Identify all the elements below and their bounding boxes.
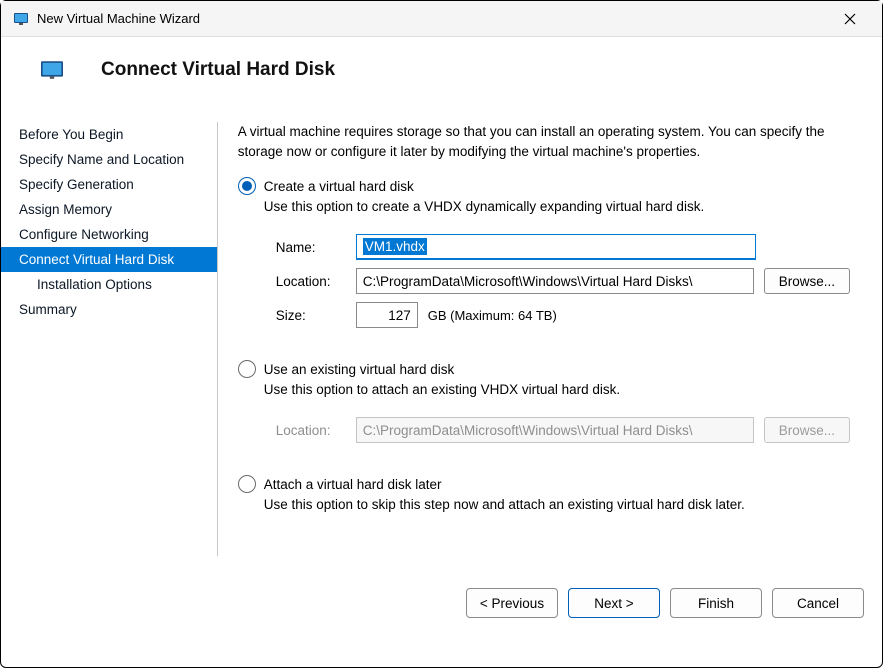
nav-connect-vhd[interactable]: Connect Virtual Hard Disk (1, 247, 217, 272)
option-existing: Use an existing virtual hard disk Use th… (238, 360, 862, 461)
wizard-nav: Before You Begin Specify Name and Locati… (1, 104, 217, 574)
nav-installation-options[interactable]: Installation Options (1, 272, 217, 297)
finish-button[interactable]: Finish (670, 588, 762, 618)
option-create-desc: Use this option to create a VHDX dynamic… (264, 199, 862, 214)
close-button[interactable] (830, 5, 870, 33)
nav-specify-name[interactable]: Specify Name and Location (1, 147, 217, 172)
titlebar: New Virtual Machine Wizard (1, 1, 882, 37)
nav-divider (217, 122, 218, 556)
option-create: Create a virtual hard disk Use this opti… (238, 177, 862, 346)
wizard-footer: < Previous Next > Finish Cancel (1, 574, 882, 636)
nav-summary[interactable]: Summary (1, 297, 217, 322)
create-fields: Name: VM1.vhdx Location: Browse... Size:… (264, 224, 862, 346)
wizard-header: Connect Virtual Hard Disk (1, 37, 882, 104)
radio-later[interactable] (238, 475, 256, 493)
nav-specify-generation[interactable]: Specify Generation (1, 172, 217, 197)
option-later-desc: Use this option to skip this step now an… (264, 497, 862, 512)
previous-button[interactable]: < Previous (466, 588, 558, 618)
page-title: Connect Virtual Hard Disk (101, 59, 335, 81)
wizard-icon (41, 61, 63, 79)
browse-button[interactable]: Browse... (764, 268, 850, 294)
window-title: New Virtual Machine Wizard (37, 11, 830, 26)
option-later: Attach a virtual hard disk later Use thi… (238, 475, 862, 512)
content-area: Before You Begin Specify Name and Locati… (1, 104, 882, 574)
app-icon (13, 11, 29, 27)
name-label: Name: (276, 240, 346, 255)
next-button[interactable]: Next > (568, 588, 660, 618)
name-input[interactable]: VM1.vhdx (356, 234, 756, 260)
wizard-main: A virtual machine requires storage so th… (224, 104, 882, 574)
size-label: Size: (276, 308, 346, 323)
existing-location-label: Location: (276, 423, 346, 438)
existing-fields: Location: Browse... (264, 407, 862, 461)
radio-existing[interactable] (238, 360, 256, 378)
radio-later-label: Attach a virtual hard disk later (264, 477, 442, 492)
nav-assign-memory[interactable]: Assign Memory (1, 197, 217, 222)
size-input[interactable] (356, 302, 418, 328)
nav-before-you-begin[interactable]: Before You Begin (1, 122, 217, 147)
option-existing-desc: Use this option to attach an existing VH… (264, 382, 862, 397)
location-input[interactable] (356, 268, 754, 294)
location-label: Location: (276, 274, 346, 289)
intro-text: A virtual machine requires storage so th… (238, 122, 862, 161)
radio-create-label: Create a virtual hard disk (264, 179, 414, 194)
nav-configure-networking[interactable]: Configure Networking (1, 222, 217, 247)
existing-location-input (356, 417, 754, 443)
size-suffix: GB (Maximum: 64 TB) (428, 308, 557, 323)
existing-browse-button: Browse... (764, 417, 850, 443)
radio-create[interactable] (238, 177, 256, 195)
radio-existing-label: Use an existing virtual hard disk (264, 362, 455, 377)
cancel-button[interactable]: Cancel (772, 588, 864, 618)
